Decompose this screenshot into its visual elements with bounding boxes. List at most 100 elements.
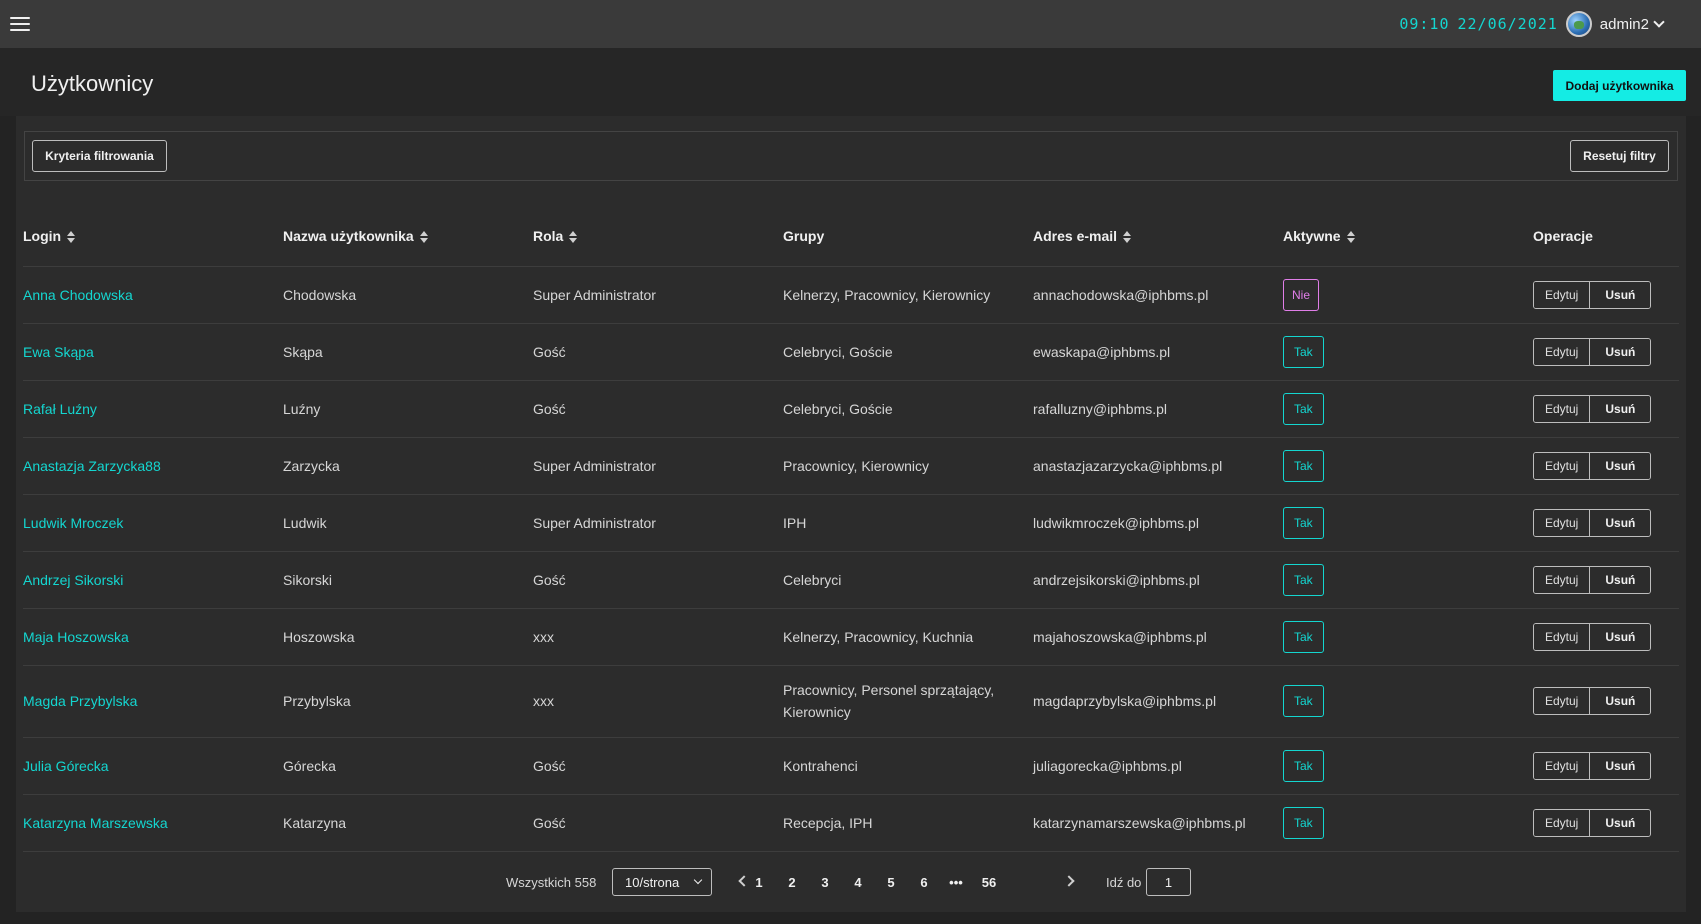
cell-active: Tak	[1283, 380, 1533, 438]
sort-icon[interactable]	[1346, 231, 1355, 244]
edit-button[interactable]: Edytuj	[1534, 623, 1590, 650]
cell-name: Górecka	[283, 737, 533, 795]
edit-button[interactable]: Edytuj	[1534, 566, 1590, 593]
page-number[interactable]: 3	[813, 875, 837, 890]
column-header-label: Rola	[533, 227, 564, 244]
cell-role: Super Administrator	[533, 437, 783, 495]
page-number[interactable]: 4	[846, 875, 870, 890]
delete-button[interactable]: Usuń	[1589, 809, 1651, 836]
column-header[interactable]: Rola	[533, 206, 783, 267]
next-page-icon[interactable]	[1063, 875, 1075, 887]
edit-button[interactable]: Edytuj	[1534, 452, 1590, 479]
active-status-badge: Tak	[1283, 749, 1324, 782]
page-number[interactable]: 1	[747, 875, 771, 890]
delete-button[interactable]: Usuń	[1589, 452, 1651, 479]
column-header-label: Grupy	[783, 227, 825, 244]
table-row: Maja Hoszowska Hoszowska xxx Kelnerzy, Prac…	[23, 608, 1679, 666]
delete-button[interactable]: Usuń	[1589, 281, 1651, 308]
user-login-link[interactable]: Julia Górecka	[23, 758, 109, 774]
page-number[interactable]: 2	[780, 875, 804, 890]
page-number[interactable]: 5	[879, 875, 903, 890]
cell-operations: Edytuj Usuń	[1533, 380, 1679, 438]
cell-groups: Recepcja, IPH	[783, 794, 1033, 852]
cell-active: Tak	[1283, 608, 1533, 666]
edit-button[interactable]: Edytuj	[1534, 281, 1590, 308]
cell-role: Gość	[533, 551, 783, 609]
cell-active: Tak	[1283, 551, 1533, 609]
user-login-link[interactable]: Magda Przybylska	[23, 693, 137, 709]
menu-icon[interactable]	[10, 17, 30, 31]
table-header-row: Login Nazwa użytkownika Rola Grupy Adres e-m…	[23, 206, 1679, 267]
active-status-badge: Tak	[1283, 685, 1324, 717]
page-number[interactable]: 6	[912, 875, 936, 890]
delete-button[interactable]: Usuń	[1589, 509, 1651, 536]
column-header[interactable]: Aktywne	[1283, 206, 1533, 267]
column-header[interactable]: Nazwa użytkownika	[283, 206, 533, 267]
column-header-label: Operacje	[1533, 227, 1593, 244]
username: admin2	[1599, 15, 1649, 33]
edit-button[interactable]: Edytuj	[1534, 752, 1590, 779]
sort-icon[interactable]	[419, 231, 428, 244]
sort-icon[interactable]	[1123, 231, 1132, 244]
user-menu[interactable]: admin2	[1600, 16, 1691, 33]
edit-button[interactable]: Edytuj	[1534, 395, 1590, 422]
column-header[interactable]: Adres e-mail	[1033, 206, 1283, 267]
content-panel: Kryteria filtrowania Resetuj filtry Logi…	[16, 116, 1686, 912]
user-login-link[interactable]: Ewa Skąpa	[23, 344, 94, 360]
pagination-ellipsis[interactable]: •••	[944, 875, 968, 890]
user-login-link[interactable]: Anna Chodowska	[23, 287, 133, 303]
reset-filters-button[interactable]: Resetuj filtry	[1570, 140, 1669, 172]
cell-operations: Edytuj Usuń	[1533, 737, 1679, 795]
page-number[interactable]: 56	[977, 875, 1001, 890]
edit-button[interactable]: Edytuj	[1534, 688, 1590, 714]
cell-role: Gość	[533, 380, 783, 438]
delete-button[interactable]: Usuń	[1589, 752, 1651, 779]
users-table: Login Nazwa użytkownika Rola Grupy Adres e-m…	[23, 206, 1679, 852]
goto-page-input[interactable]	[1146, 868, 1191, 896]
cell-active: Tak	[1283, 737, 1533, 795]
cell-email: juliagorecka@iphbms.pl	[1033, 737, 1283, 795]
clock-time: 09:10	[1399, 15, 1450, 33]
delete-button[interactable]: Usuń	[1589, 338, 1651, 365]
row-actions: Edytuj Usuń	[1533, 622, 1652, 651]
cell-login: Anastazja Zarzycka88	[23, 437, 283, 495]
active-status-badge: Tak	[1283, 449, 1324, 482]
user-login-link[interactable]: Rafał Luźny	[23, 401, 97, 417]
cell-groups: Pracownicy, Personel sprzątający, Kierow…	[783, 665, 1033, 738]
user-login-link[interactable]: Maja Hoszowska	[23, 629, 129, 645]
cell-role: Super Administrator	[533, 494, 783, 552]
pagination-total: Wszystkich 558	[506, 875, 597, 890]
filter-bar	[24, 131, 1678, 181]
cell-active: Nie	[1283, 266, 1533, 324]
column-header[interactable]: Login	[23, 206, 283, 267]
cell-groups: Celebryci, Goście	[783, 323, 1033, 381]
user-login-link[interactable]: Ludwik Mroczek	[23, 515, 123, 531]
sort-icon[interactable]	[569, 231, 578, 244]
cell-groups: Kelnerzy, Pracownicy, Kierownicy	[783, 266, 1033, 324]
user-login-link[interactable]: Anastazja Zarzycka88	[23, 458, 161, 474]
cell-email: magdaprzybylska@iphbms.pl	[1033, 665, 1283, 738]
globe-avatar-icon[interactable]	[1565, 11, 1592, 37]
delete-button[interactable]: Usuń	[1589, 566, 1651, 593]
sort-icon[interactable]	[67, 231, 76, 244]
delete-button[interactable]: Usuń	[1589, 688, 1651, 714]
delete-button[interactable]: Usuń	[1589, 395, 1651, 422]
user-login-link[interactable]: Katarzyna Marszewska	[23, 815, 168, 831]
table-row: Julia Górecka Górecka Gość Kontrahenci julia…	[23, 737, 1679, 795]
delete-button[interactable]: Usuń	[1589, 623, 1651, 650]
cell-operations: Edytuj Usuń	[1533, 323, 1679, 381]
active-status-badge: Tak	[1283, 392, 1324, 425]
goto-label: Idź do	[1106, 875, 1142, 890]
user-login-link[interactable]: Andrzej Sikorski	[23, 572, 123, 588]
active-status-badge: Nie	[1283, 278, 1320, 311]
cell-name: Chodowska	[283, 266, 533, 324]
edit-button[interactable]: Edytuj	[1534, 338, 1590, 365]
edit-button[interactable]: Edytuj	[1534, 809, 1590, 836]
filter-criteria-button[interactable]: Kryteria filtrowania	[32, 140, 167, 172]
topbar-right: 09:10 22/06/2021 admin2	[1399, 11, 1691, 37]
cell-operations: Edytuj Usuń	[1533, 437, 1679, 495]
add-user-button[interactable]: Dodaj użytkownika	[1553, 70, 1686, 101]
page-size-select[interactable]: 10/strona	[612, 868, 712, 896]
edit-button[interactable]: Edytuj	[1534, 509, 1590, 536]
cell-login: Andrzej Sikorski	[23, 551, 283, 609]
